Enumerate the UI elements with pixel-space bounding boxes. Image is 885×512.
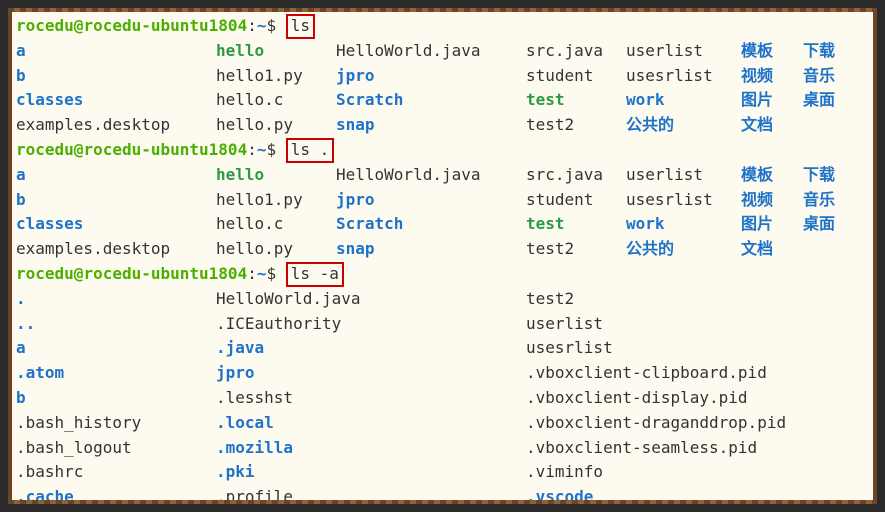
ls-output-1: ahelloHelloWorld.javasrc.javauserlist模板下… <box>16 39 869 138</box>
file-entry: userlist <box>626 163 741 188</box>
user: rocedu <box>16 16 74 35</box>
file-entry: a <box>16 163 216 188</box>
file-entry: Scratch <box>336 212 526 237</box>
file-entry: classes <box>16 212 216 237</box>
file-entry: jpro <box>216 361 526 386</box>
file-entry: snap <box>336 113 526 138</box>
file-entry: .bashrc <box>16 460 216 485</box>
file-entry: .. <box>16 312 216 337</box>
file-entry: examples.desktop <box>16 237 216 262</box>
prompt-line-2: rocedu@rocedu-ubuntu1804:~$ ls . <box>16 138 869 163</box>
file-entry: .atom <box>16 361 216 386</box>
file-entry: .java <box>216 336 526 361</box>
highlight-cmd-2: ls . <box>286 138 335 163</box>
file-entry: .ICEauthority <box>216 312 526 337</box>
file-entry: test2 <box>526 287 876 312</box>
file-entry: HelloWorld.java <box>336 39 526 64</box>
file-entry: userlist <box>626 39 741 64</box>
file-entry: .vscode <box>526 485 876 504</box>
file-entry: .vboxclient-display.pid <box>526 386 876 411</box>
highlight-cmd-1: ls <box>286 14 315 39</box>
file-entry: test2 <box>526 113 626 138</box>
file-entry: hello.c <box>216 88 336 113</box>
file-entry: 文档 <box>741 237 803 262</box>
file-entry: usesrlist <box>526 336 876 361</box>
file-entry: snap <box>336 237 526 262</box>
file-entry: Scratch <box>336 88 526 113</box>
file-entry: examples.desktop <box>16 113 216 138</box>
file-entry: 音乐 <box>803 188 865 213</box>
file-entry: 桌面 <box>803 212 865 237</box>
file-entry: .vboxclient-draganddrop.pid <box>526 411 876 436</box>
file-entry: usesrlist <box>626 188 741 213</box>
file-entry: src.java <box>526 163 626 188</box>
file-entry: jpro <box>336 188 526 213</box>
file-entry: 公共的 <box>626 113 741 138</box>
file-entry: 视频 <box>741 64 803 89</box>
file-entry: 视频 <box>741 188 803 213</box>
file-entry: classes <box>16 88 216 113</box>
file-entry: student <box>526 188 626 213</box>
file-entry: work <box>626 212 741 237</box>
file-entry: test <box>526 212 626 237</box>
file-entry: .bash_history <box>16 411 216 436</box>
file-entry: src.java <box>526 39 626 64</box>
file-entry: hello.py <box>216 113 336 138</box>
file-entry: .vboxclient-clipboard.pid <box>526 361 876 386</box>
file-entry: work <box>626 88 741 113</box>
file-entry: .mozilla <box>216 436 526 461</box>
file-entry: hello1.py <box>216 188 336 213</box>
file-entry: hello <box>216 39 336 64</box>
file-entry: 下载 <box>803 163 865 188</box>
file-entry: a <box>16 336 216 361</box>
file-entry: test2 <box>526 237 626 262</box>
file-entry: b <box>16 386 216 411</box>
file-entry: jpro <box>336 64 526 89</box>
file-entry: .profile <box>216 485 526 504</box>
file-entry: b <box>16 188 216 213</box>
file-entry: b <box>16 64 216 89</box>
file-entry: 模板 <box>741 163 803 188</box>
file-entry: 公共的 <box>626 237 741 262</box>
file-entry: . <box>16 287 216 312</box>
file-entry: student <box>526 64 626 89</box>
file-entry: 音乐 <box>803 64 865 89</box>
file-entry: hello.c <box>216 212 336 237</box>
file-entry: test <box>526 88 626 113</box>
prompt-line-3: rocedu@rocedu-ubuntu1804:~$ ls -a <box>16 262 869 287</box>
file-entry: .viminfo <box>526 460 876 485</box>
terminal-window[interactable]: rocedu@rocedu-ubuntu1804:~$ ls ahelloHel… <box>8 8 877 504</box>
file-entry: .lesshst <box>216 386 526 411</box>
file-entry: 桌面 <box>803 88 865 113</box>
file-entry: hello.py <box>216 237 336 262</box>
file-entry: hello <box>216 163 336 188</box>
file-entry: .cache <box>16 485 216 504</box>
file-entry: .vboxclient-seamless.pid <box>526 436 876 461</box>
file-entry: usesrlist <box>626 64 741 89</box>
file-entry: .local <box>216 411 526 436</box>
file-entry: 模板 <box>741 39 803 64</box>
file-entry: 文档 <box>741 113 803 138</box>
ls-a-output: .HelloWorld.javatest2 ...ICEauthorityuse… <box>16 287 869 504</box>
file-entry: userlist <box>526 312 876 337</box>
hostname: rocedu-ubuntu1804 <box>83 16 247 35</box>
file-entry: HelloWorld.java <box>336 163 526 188</box>
file-entry <box>803 113 865 138</box>
file-entry <box>803 237 865 262</box>
file-entry: a <box>16 39 216 64</box>
file-entry: 图片 <box>741 88 803 113</box>
file-entry: hello1.py <box>216 64 336 89</box>
file-entry: HelloWorld.java <box>216 287 526 312</box>
highlight-cmd-3: ls -a <box>286 262 344 287</box>
prompt-line-1: rocedu@rocedu-ubuntu1804:~$ ls <box>16 14 869 39</box>
file-entry: .bash_logout <box>16 436 216 461</box>
file-entry: 图片 <box>741 212 803 237</box>
file-entry: 下载 <box>803 39 865 64</box>
file-entry: .pki <box>216 460 526 485</box>
ls-output-2: ahelloHelloWorld.javasrc.javauserlist模板下… <box>16 163 869 262</box>
